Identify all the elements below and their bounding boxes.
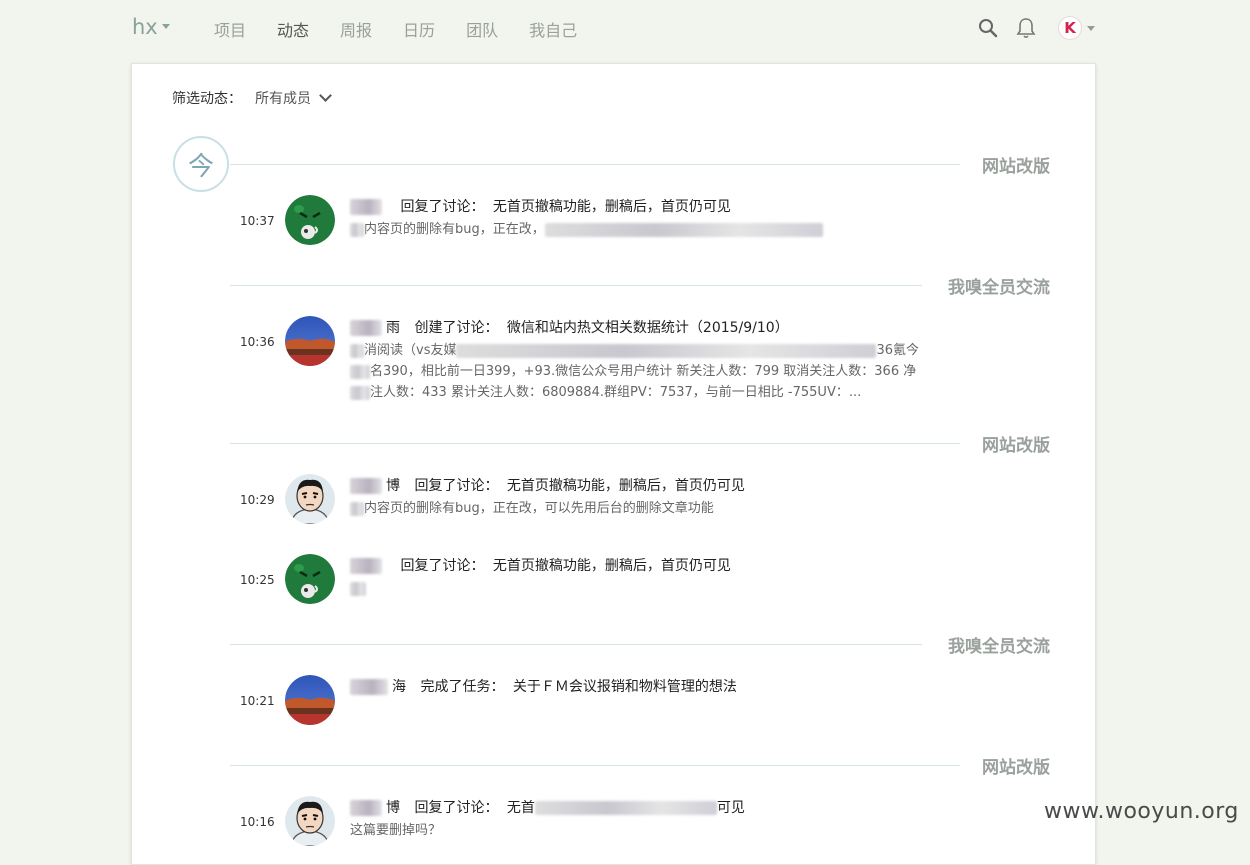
user-avatar[interactable]: [285, 675, 335, 725]
entry-snippet[interactable]: 这篇要删掉吗？: [350, 820, 960, 841]
search-icon[interactable]: [976, 16, 1000, 40]
user-avatar[interactable]: [285, 316, 335, 366]
blurred-username: [350, 478, 382, 494]
filter-label: 筛选动态：: [172, 91, 242, 107]
entry-action: 回复了讨论：: [400, 199, 485, 215]
entry-time: 10:25: [240, 573, 275, 587]
entry-snippet[interactable]: 内容页的删除有bug，正在改，可以先用后台的删除文章功能: [350, 498, 960, 519]
entry-time: 10:16: [240, 815, 275, 829]
blurred-username: [350, 558, 382, 574]
blurred-text: [350, 581, 366, 596]
user-menu[interactable]: K: [1052, 16, 1095, 40]
project-link[interactable]: 网站改版: [982, 431, 1050, 456]
nav-item-team[interactable]: 团队: [466, 17, 498, 41]
entry-action: 回复了讨论：: [414, 478, 499, 494]
bell-icon[interactable]: [1014, 16, 1038, 40]
entry-snippet[interactable]: 消阅读（vs友媒 36氪今 名390，相比前一日399，+93.微信公众号用户统计…: [350, 340, 960, 403]
discussion-link[interactable]: 微信和站内热文相关数据统计（2015/9/10）: [507, 320, 789, 336]
blurred-text: [456, 343, 877, 358]
user-avatar[interactable]: [285, 796, 335, 846]
nav-item-me[interactable]: 我自己: [529, 17, 577, 41]
member-filter-value: 所有成员: [255, 91, 311, 107]
user-avatar[interactable]: [285, 195, 335, 245]
entry-content: 回复了讨论： 无首页撤稿功能，删稿后，首页仍可见 内容页的删除有bug，正在改，: [350, 196, 960, 240]
user-avatar[interactable]: [285, 554, 335, 604]
chevron-down-icon: [319, 88, 332, 102]
nav-item-projects[interactable]: 项目: [214, 17, 246, 41]
project-link[interactable]: 我嗅全员交流: [948, 632, 1050, 657]
watermark: www.wooyun.org: [1044, 799, 1239, 824]
today-badge: 今: [173, 136, 229, 192]
project-link[interactable]: 我嗅全员交流: [948, 273, 1050, 298]
blurred-text: [534, 801, 717, 815]
caret-down-icon: [161, 23, 170, 29]
member-filter-select[interactable]: 所有成员: [255, 88, 332, 108]
nav-item-weekly[interactable]: 周报: [340, 17, 372, 41]
discussion-link[interactable]: 无首页撤稿功能，删稿后，首页仍可见: [493, 199, 731, 215]
user-avatar[interactable]: [285, 474, 335, 524]
blurred-username: [350, 800, 382, 816]
entry-action: 完成了任务：: [420, 679, 505, 695]
entry-content: 博 回复了讨论： 无首 可见 这篇要删掉吗？: [350, 797, 960, 841]
discussion-link[interactable]: 无首页撤稿功能，删稿后，首页仍可见: [507, 478, 745, 494]
blurred-text: [350, 343, 364, 358]
project-link[interactable]: 网站改版: [982, 753, 1050, 778]
blurred-text: [350, 364, 370, 379]
nav-item-activity[interactable]: 动态: [277, 17, 309, 41]
entry-content: 雨 创建了讨论： 微信和站内热文相关数据统计（2015/9/10） 消阅读（vs…: [350, 317, 960, 403]
task-link[interactable]: 关于ＦＭ会议报销和物料管理的想法: [513, 679, 737, 695]
project-link[interactable]: 网站改版: [982, 152, 1050, 177]
group-divider: [230, 644, 922, 645]
entry-action: 创建了讨论：: [414, 320, 499, 336]
group-divider: [230, 765, 960, 766]
discussion-link[interactable]: 无首 可见: [507, 800, 745, 816]
entry-content: 博 回复了讨论： 无首页撤稿功能，删稿后，首页仍可见 内容页的删除有bug，正在…: [350, 475, 960, 519]
toolbar-right: K: [976, 16, 1095, 40]
blurred-username: [350, 199, 382, 215]
blurred-username: [350, 679, 388, 695]
activity-filter: 筛选动态： 所有成员: [172, 88, 332, 108]
entry-time: 10:37: [240, 214, 275, 228]
top-navbar: hx 项目 动态 周报 日历 团队 我自己 K: [0, 0, 1250, 56]
entry-snippet[interactable]: [350, 578, 960, 599]
entry-snippet[interactable]: 内容页的删除有bug，正在改，: [350, 219, 960, 240]
blurred-text: [350, 501, 364, 516]
entry-time: 10:36: [240, 335, 275, 349]
user-avatar: K: [1058, 16, 1082, 40]
nav-item-calendar[interactable]: 日历: [403, 17, 435, 41]
entry-action: 回复了讨论：: [414, 800, 499, 816]
main-nav: 项目 动态 周报 日历 团队 我自己: [214, 17, 608, 41]
group-divider: [230, 285, 922, 286]
team-name: hx: [132, 15, 158, 39]
team-switcher[interactable]: hx: [132, 15, 170, 39]
blurred-text: [544, 222, 823, 237]
discussion-link[interactable]: 无首页撤稿功能，删稿后，首页仍可见: [493, 558, 731, 574]
blurred-text: [350, 222, 364, 237]
entry-action: 回复了讨论：: [400, 558, 485, 574]
activity-card: 筛选动态： 所有成员 今 网站改版 10:37 回复了讨论： 无首页撤稿功能，删…: [131, 63, 1096, 865]
caret-down-icon: [1087, 25, 1095, 31]
entry-time: 10:21: [240, 694, 275, 708]
entry-time: 10:29: [240, 493, 275, 507]
entry-content: 回复了讨论： 无首页撤稿功能，删稿后，首页仍可见: [350, 555, 960, 599]
group-divider: [230, 443, 960, 444]
entry-content: 海 完成了任务： 关于ＦＭ会议报销和物料管理的想法: [350, 676, 960, 696]
blurred-username: [350, 320, 382, 336]
blurred-text: [350, 385, 370, 400]
group-divider: [230, 164, 960, 165]
